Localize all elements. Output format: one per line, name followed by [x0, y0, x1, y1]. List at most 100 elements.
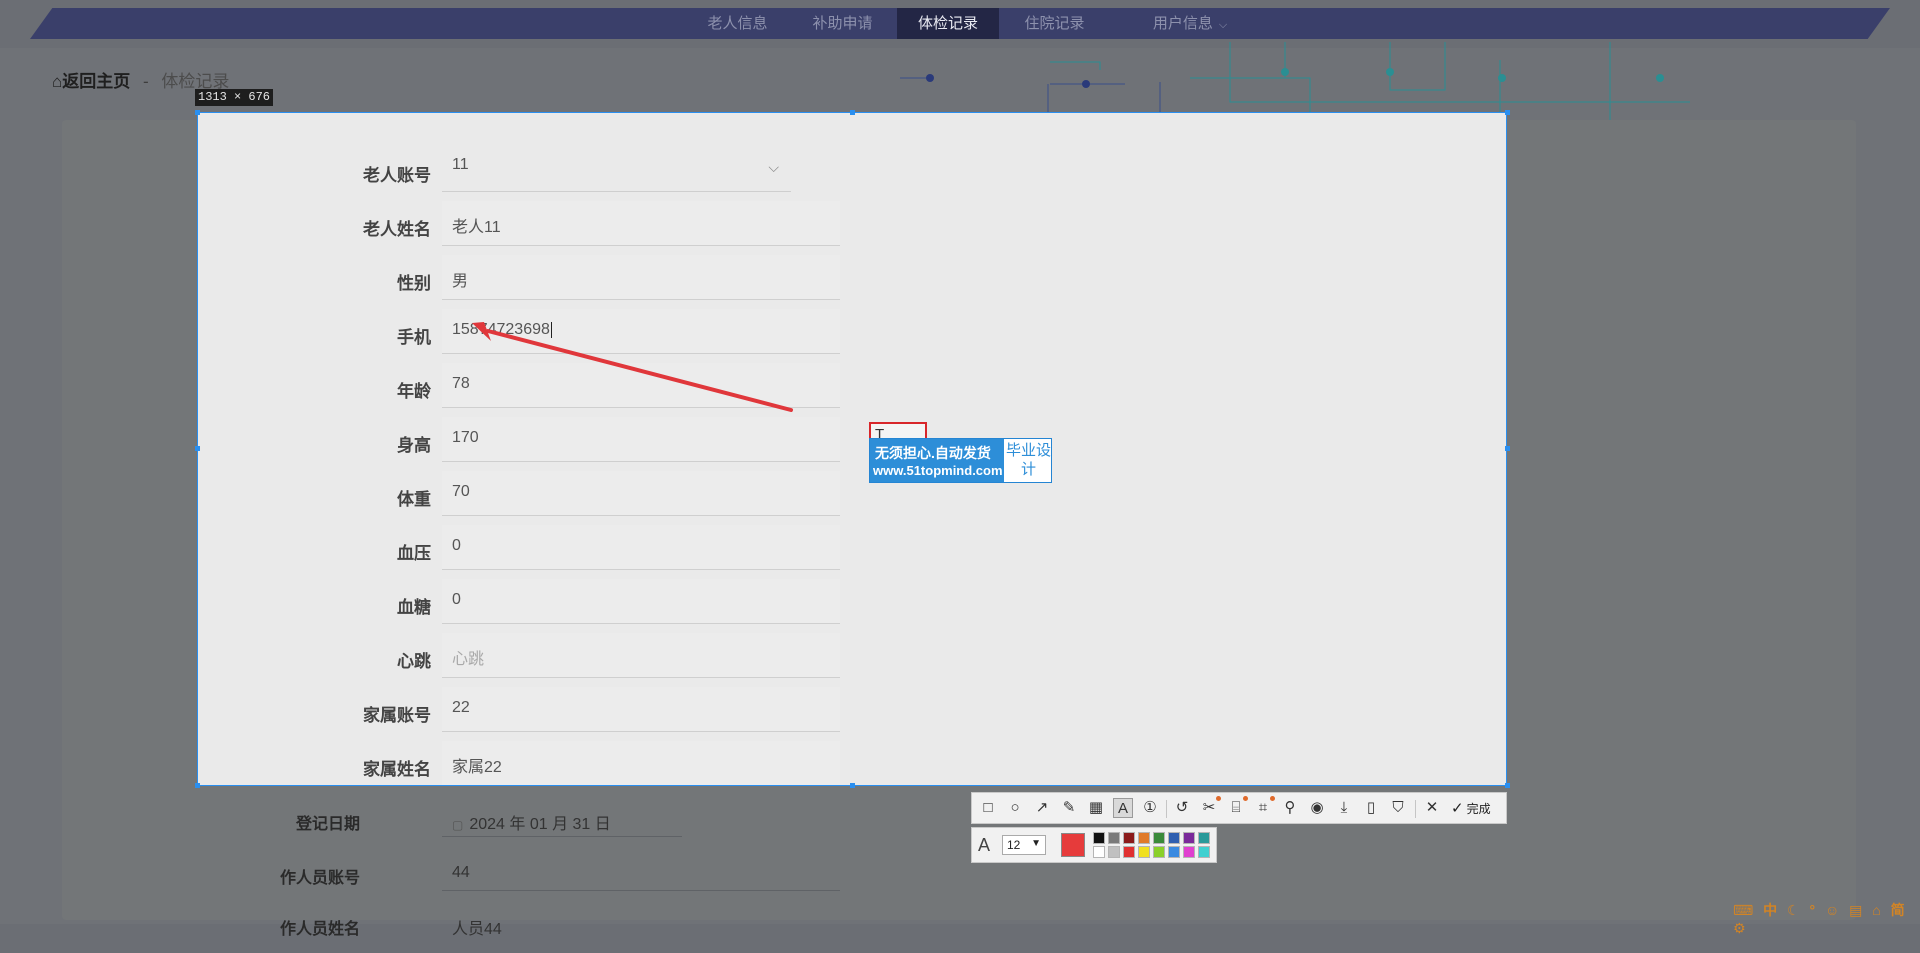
ad-side-text: 毕业设计 [1006, 442, 1052, 478]
bottom-color-swatch-4[interactable] [1153, 846, 1165, 858]
resize-handle[interactable] [1505, 446, 1510, 451]
gear-icon[interactable]: ⚙ [1733, 920, 1746, 936]
breadcrumb-separator: - [143, 72, 149, 91]
nav-item-subsidy[interactable]: 补助申请 [795, 8, 890, 39]
top-color-swatch-4[interactable] [1153, 832, 1165, 844]
nav-item-elder-info[interactable]: 老人信息 [690, 8, 785, 39]
phone-value: 15874723698 [452, 321, 550, 338]
register-date-row: 登记日期 ▢ 2024 年 01 月 31 日 [180, 806, 1080, 846]
calendar-icon: ▢ [452, 818, 464, 832]
close-icon: ✕ [1425, 799, 1439, 816]
tray-shirt-icon[interactable]: ⌂ [1872, 902, 1880, 918]
resize-handle[interactable] [1505, 783, 1510, 788]
bottom-color-swatch-2[interactable] [1123, 846, 1135, 858]
staff-account-input[interactable]: 44 [452, 864, 470, 882]
elder-name-input[interactable]: 老人11 [442, 201, 840, 246]
undo-tool[interactable]: ↺ [1172, 798, 1192, 818]
pen-tool[interactable]: ✎ [1059, 798, 1079, 818]
family-account-value: 22 [452, 699, 470, 716]
arrow-tool[interactable]: ↗ [1032, 798, 1052, 818]
scissors-tool[interactable]: ✂ [1199, 796, 1221, 818]
bookmark-icon: ⛉ [1392, 799, 1404, 816]
text-tool[interactable]: A [1113, 798, 1133, 818]
download-tool[interactable]: ⤓ [1334, 798, 1354, 818]
field-underline [442, 836, 682, 837]
form-row-blood-pressure: 血压 0 [198, 525, 1506, 579]
bottom-color-swatch-5[interactable] [1168, 846, 1180, 858]
toolbar-divider [1166, 800, 1167, 818]
resize-handle[interactable] [1505, 110, 1510, 115]
top-color-swatch-7[interactable] [1198, 832, 1210, 844]
heartbeat-input[interactable]: 心跳 [442, 633, 840, 678]
top-color-swatch-6[interactable] [1183, 832, 1195, 844]
blood-pressure-input[interactable]: 0 [442, 525, 840, 570]
tray-simplified-mode[interactable]: 简 [1891, 902, 1905, 918]
pin-icon: ⚲ [1284, 799, 1296, 816]
staff-name-label: 作人员姓名 [279, 921, 360, 938]
resize-handle[interactable] [195, 110, 200, 115]
height-input[interactable]: 170 [442, 417, 840, 462]
scan-tool[interactable]: ⌗ [1253, 796, 1275, 818]
bottom-color-swatch-1[interactable] [1108, 846, 1120, 858]
bookmark-tool[interactable]: ⛉ [1388, 798, 1408, 818]
staff-name-row: 作人员姓名 人员44 [180, 913, 1080, 953]
chevron-down-icon: ⌵ [768, 159, 779, 175]
current-color-swatch[interactable] [1061, 833, 1085, 857]
bottom-color-swatch-7[interactable] [1198, 846, 1210, 858]
gender-input[interactable]: 男 [442, 255, 840, 300]
nav-item-label: 补助申请 [812, 15, 873, 32]
form-row-phone: 手机 15874723698 [198, 309, 1506, 363]
top-color-swatch-5[interactable] [1168, 832, 1180, 844]
record-tool[interactable]: ◉ [1307, 798, 1327, 818]
ad-badge[interactable]: 无须担心.自动发货 www.51topmind.com 毕业设计 [869, 438, 1052, 483]
resize-handle[interactable] [195, 783, 200, 788]
family-account-input[interactable]: 22 [442, 687, 840, 732]
screenshot-selection[interactable]: 老人账号 11 ⌵ 老人姓名 老人11 性别 男 手机 15874723698 … [197, 112, 1507, 786]
resize-handle[interactable] [850, 110, 855, 115]
text-options-bar: A 12 ▼ [971, 827, 1217, 863]
top-color-swatch-0[interactable] [1093, 832, 1105, 844]
family-name-input[interactable]: 家属22 [442, 741, 840, 785]
new-badge-dot [1270, 796, 1275, 801]
bottom-color-swatch-3[interactable] [1138, 846, 1150, 858]
download-icon: ⤓ [1340, 799, 1348, 816]
back-home-link[interactable]: ⌂返回主页 [52, 72, 130, 91]
top-color-swatch-3[interactable] [1138, 832, 1150, 844]
phone-tool[interactable]: ▯ [1361, 798, 1381, 818]
blood-sugar-input[interactable]: 0 [442, 579, 840, 624]
ocr-tool[interactable]: ⌸ [1226, 796, 1248, 818]
done-button[interactable]: ✓ 完成 [1451, 799, 1491, 817]
font-size-select[interactable]: 12 ▼ [1002, 835, 1046, 855]
register-date-field[interactable]: ▢ 2024 年 01 月 31 日 [452, 810, 611, 834]
ellipse-tool[interactable]: ○ [1005, 798, 1025, 818]
bottom-color-swatch-6[interactable] [1183, 846, 1195, 858]
rectangle-tool[interactable]: □ [978, 798, 998, 818]
form-row-family-name: 家属姓名 家属22 [198, 741, 1506, 785]
tray-chinese-mode[interactable]: 中 [1763, 902, 1777, 918]
mosaic-tool[interactable]: ▦ [1086, 798, 1106, 818]
top-color-swatch-1[interactable] [1108, 832, 1120, 844]
text-icon: A [1117, 800, 1128, 817]
serial-number-tool[interactable]: ① [1140, 798, 1160, 818]
staff-name-input[interactable]: 人员44 [452, 915, 502, 939]
weight-input[interactable]: 70 [442, 471, 840, 516]
resize-handle[interactable] [850, 783, 855, 788]
undo-icon: ↺ [1175, 799, 1189, 816]
age-input[interactable]: 78 [442, 363, 840, 408]
ad-line1: 无须担心.自动发货 [875, 445, 991, 461]
cancel-capture-button[interactable]: ✕ [1422, 798, 1442, 818]
pin-tool[interactable]: ⚲ [1280, 798, 1300, 818]
input-method-icon[interactable]: ⌨ [1733, 902, 1753, 918]
elder-name-label: 老人姓名 [363, 220, 431, 239]
tray-dot-icon[interactable]: ° [1809, 902, 1815, 918]
top-color-swatch-2[interactable] [1123, 832, 1135, 844]
tray-keyboard-icon[interactable]: ▤ [1849, 902, 1862, 918]
resize-handle[interactable] [195, 446, 200, 451]
heartbeat-label: 心跳 [397, 652, 431, 671]
bottom-color-swatch-0[interactable] [1093, 846, 1105, 858]
phone-input[interactable]: 15874723698 [442, 309, 840, 354]
elder-account-value: 11 [452, 156, 469, 173]
tray-moon-icon[interactable]: ☾ [1787, 902, 1800, 918]
elder-account-select[interactable]: 11 ⌵ [442, 147, 791, 192]
tray-emoji-icon[interactable]: ☺ [1825, 902, 1839, 918]
